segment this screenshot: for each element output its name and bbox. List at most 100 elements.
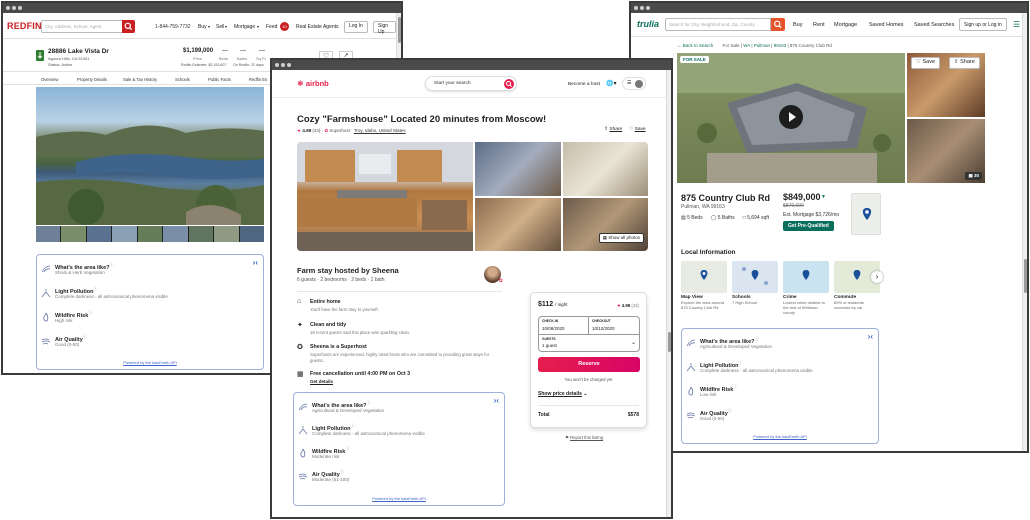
trulia-photo-room[interactable]: ▣ 30	[907, 119, 985, 183]
guests-field[interactable]: GUESTS 1 guest ⌄	[539, 335, 640, 352]
photo-thumbnail[interactable]	[239, 226, 264, 242]
photo-thumbnail[interactable]	[214, 226, 239, 242]
map-tile-mapview[interactable]	[681, 261, 727, 293]
airbnb-scrollbar[interactable]	[666, 70, 671, 517]
info-icon[interactable]: ⓘ	[340, 469, 344, 474]
tab-sale-history[interactable]: Sale & Tax History	[123, 77, 157, 82]
reserve-button[interactable]: Reserve	[538, 357, 640, 372]
photo-thumbnail[interactable]	[36, 226, 61, 242]
divider	[538, 405, 639, 406]
globe-icon[interactable]: 🌐▾	[606, 80, 616, 87]
checkin-field[interactable]: CHECK-IN 10/08/2020	[539, 317, 589, 335]
crumb[interactable]: For Sale	[723, 43, 740, 48]
search-button[interactable]	[504, 79, 514, 89]
date-picker[interactable]: CHECK-IN 10/08/2020 CHECKOUT 10/12/2020 …	[538, 316, 640, 352]
trulia-scrollbar[interactable]	[1022, 13, 1027, 451]
info-icon[interactable]: ⓘ	[728, 408, 732, 413]
nav-buy[interactable]: Buy	[793, 22, 802, 28]
airbnb-logo[interactable]: ⚛ airbnb	[297, 79, 329, 88]
profile-menu[interactable]: ☰	[622, 77, 646, 90]
info-icon[interactable]: ⓘ	[733, 384, 737, 389]
crumb[interactable]: Pullman	[754, 43, 770, 48]
trulia-logo[interactable]: trulia	[637, 19, 659, 29]
info-icon[interactable]: ⓘ	[110, 262, 114, 267]
nav-sell[interactable]: Sell	[216, 24, 224, 30]
nav-saved-searches[interactable]: Saved Searches	[914, 22, 954, 28]
info-icon[interactable]: ⓘ	[83, 334, 87, 339]
back-to-search[interactable]: ← Back to Search	[677, 43, 713, 48]
airbnb-photo-dining[interactable]: ▦ Show all photos	[563, 198, 648, 251]
info-icon[interactable]: ⓘ	[88, 310, 92, 315]
mortgage-estimate[interactable]: Est. Mortgage $3,726/mo	[783, 212, 839, 218]
show-all-photos-button[interactable]: ▦ Show all photos	[598, 233, 644, 243]
nav-rent[interactable]: Rent	[813, 22, 825, 28]
nav-mortgage[interactable]: Mortgage	[834, 22, 857, 28]
airbnb-photo-livingroom[interactable]	[475, 198, 561, 251]
photo-count-badge[interactable]: ▣ 30	[965, 172, 982, 180]
powered-by-link[interactable]: Powered by the kaizEmith API	[294, 496, 504, 501]
map-tile-schools[interactable]	[732, 261, 778, 293]
search-input[interactable]: Search for City, Neighborhood, Zip, Coun…	[665, 18, 771, 31]
info-icon[interactable]: ⓘ	[755, 336, 759, 341]
become-host-link[interactable]: Become a host	[568, 82, 600, 87]
play-button[interactable]	[779, 105, 803, 129]
airbnb-photo-kitchen[interactable]	[297, 142, 473, 251]
booking-rating[interactable]: ★ 4.98 (43)	[617, 303, 639, 309]
back-arrow-icon[interactable]	[36, 50, 44, 61]
checkout-field[interactable]: CHECKOUT 10/12/2020	[589, 317, 640, 335]
info-icon[interactable]: ⓘ	[351, 423, 355, 428]
login-button[interactable]: Sign up or Log in	[959, 18, 1007, 31]
photo-thumbnail[interactable]	[112, 226, 137, 242]
share-link[interactable]: ⇧ Share	[604, 127, 622, 132]
tab-schools[interactable]: Schools	[175, 77, 190, 82]
photo-thumbnail[interactable]	[61, 226, 86, 242]
tab-property-details[interactable]: Property Details	[77, 77, 107, 82]
info-icon[interactable]: ⓘ	[345, 446, 349, 451]
signup-button[interactable]: Sign Up	[373, 21, 396, 35]
redfin-hero-photo[interactable]	[36, 87, 264, 225]
tab-overview[interactable]: Overview	[41, 77, 58, 82]
photo-thumbnail[interactable]	[188, 226, 214, 242]
info-icon[interactable]: ⓘ	[367, 400, 371, 405]
nav-agents[interactable]: Real Estate Agents	[296, 24, 339, 30]
crumb[interactable]: WA	[743, 43, 750, 48]
nav-saved-homes[interactable]: Saved Homes	[869, 22, 904, 28]
powered-by-link[interactable]: Powered by the kaizEmith API	[37, 360, 263, 365]
trulia-map-thumb[interactable]	[851, 193, 881, 235]
price-details-link[interactable]: Show price details ⌄	[538, 391, 588, 397]
redfin-logo[interactable]: REDFIN	[7, 21, 42, 31]
get-details-link[interactable]: Get details	[310, 379, 333, 384]
next-arrow-button[interactable]: ›	[871, 271, 883, 283]
tab-public-facts[interactable]: Public Facts	[208, 77, 231, 82]
menu-icon[interactable]: ☰	[1013, 20, 1020, 29]
search-button[interactable]	[771, 18, 785, 31]
crumb[interactable]: 99163	[774, 43, 787, 48]
search-button[interactable]	[122, 20, 135, 33]
search-bar[interactable]: Start your search	[425, 76, 517, 91]
map-tile-crime[interactable]	[783, 261, 829, 293]
airbnb-photo-room[interactable]	[563, 142, 648, 196]
info-icon[interactable]: ⓘ	[739, 360, 743, 365]
phone-number[interactable]: 1-844-759-7732	[155, 24, 191, 30]
search-input[interactable]: City, Address, School, Agent	[41, 20, 123, 33]
trulia-hero-photo[interactable]: FOR SALE	[677, 53, 905, 183]
nav-feed[interactable]: Feed	[266, 24, 277, 30]
review-count[interactable]: (43)	[312, 128, 320, 133]
share-button[interactable]: ⇧ Share	[949, 57, 980, 69]
photo-thumbnail[interactable]	[137, 226, 163, 242]
airbnb-photo-bedroom[interactable]	[475, 142, 561, 196]
host-avatar[interactable]: ✿	[484, 266, 503, 284]
nav-buy[interactable]: Buy	[198, 24, 207, 30]
report-listing-link[interactable]: ⚑ Report this listing	[565, 435, 603, 441]
powered-by-link[interactable]: Powered by the kaizEmith API	[682, 434, 878, 439]
tab-redfin-estimate[interactable]: Redfin Es	[249, 77, 267, 82]
location-link[interactable]: Troy, Idaho, United States	[354, 128, 406, 133]
nav-mortgage[interactable]: Mortgage	[234, 24, 255, 30]
prequal-button[interactable]: Get Pre-Qualified	[783, 221, 834, 231]
save-button[interactable]: ♡ Save	[911, 57, 941, 69]
photo-thumbnail[interactable]	[86, 226, 112, 242]
info-icon[interactable]: ⓘ	[94, 286, 98, 291]
login-button[interactable]: Log In	[344, 21, 368, 33]
photo-thumbnail[interactable]	[163, 226, 188, 242]
save-link[interactable]: ♡ Save	[629, 127, 646, 132]
